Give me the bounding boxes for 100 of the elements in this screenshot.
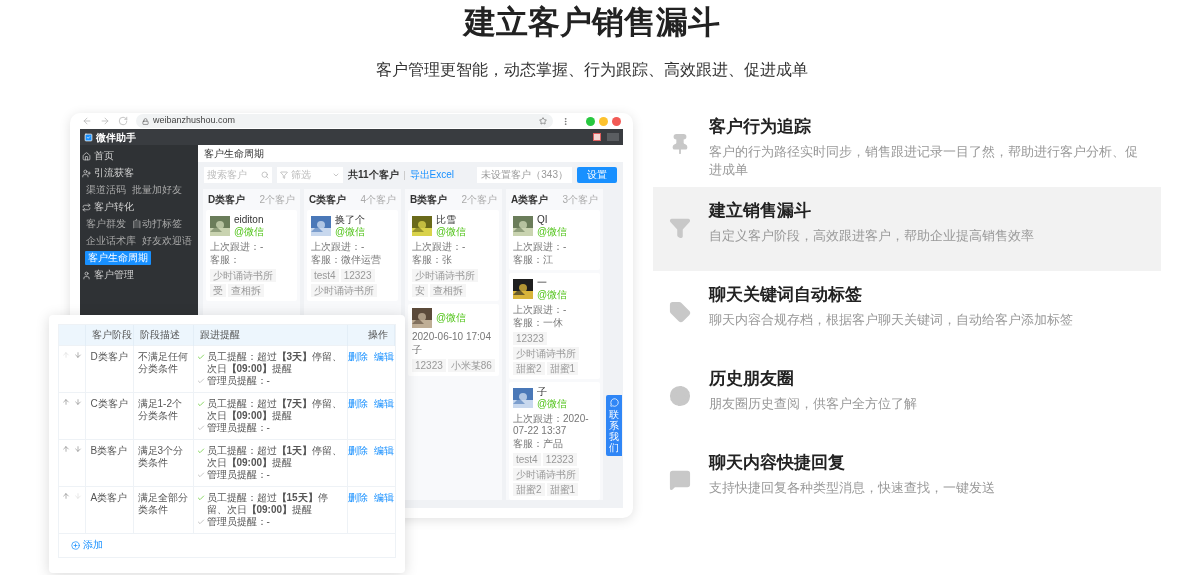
customer-card[interactable]: eiditon @微信 上次跟进：- 客服： 少时诵诗书所 受 查相拆 [206,210,297,301]
last-follow-up: 上次跟进：- [513,241,568,253]
menu-item[interactable]: 自动打标签 [131,217,183,231]
move-up-icon[interactable] [61,397,70,406]
customer-card[interactable]: 比雪 @微信 上次跟进：- 客服：张 少时诵诗书所 安 查相拆 [408,210,499,301]
menu-section[interactable]: 客户管理 [94,269,134,281]
customer-card[interactable]: @微信 2020-06-10 17:04 子 12323 小米某86 [408,304,499,376]
feature-icon [669,301,691,323]
action-link[interactable]: 删除 [348,444,368,457]
customer-name: 比雪 [436,214,457,226]
customer-card[interactable]: QI @微信 上次跟进：- 客服：江 [509,210,600,270]
action-link[interactable]: 编辑 [374,397,394,410]
tag: test4 [513,453,541,466]
tag: 安 [412,284,428,297]
feature-title: 历史朋友圈 [709,368,795,390]
action-link[interactable]: 编辑 [374,444,394,457]
plus-icon [71,540,80,550]
menu-item[interactable]: 客户群发 [85,217,127,231]
column-count: 2个客户 [259,193,295,207]
customer-card[interactable]: 一 @微信 上次跟进：- 客服：一休 12323 少时诵诗书所 甜蜜2 甜蜜1 [509,273,600,379]
customer-card[interactable]: 换了个 @微信 上次跟进：- 客服：微伴运营 test4 12323 少时诵诗书所 [307,210,398,301]
customer-name: 子 [537,386,548,398]
column-header: 客户阶段 [85,325,133,345]
kebab-menu-icon[interactable] [561,116,570,126]
column-header: 操作 [347,325,395,345]
column-title: A类客户 [511,193,549,207]
agent-label: 客服：一休 [513,317,564,329]
forward-icon[interactable] [100,116,110,126]
channel-label: @微信 [234,226,265,238]
move-down-icon[interactable] [73,350,82,359]
action-link[interactable]: 删除 [348,397,368,410]
page-title: 客户生命周期 [204,147,264,161]
tag: 甜蜜2 [513,483,545,496]
stage-description: 满足3个分类条件 [133,439,193,486]
user-avatar[interactable] [593,133,601,141]
move-up-icon[interactable] [61,444,70,453]
tag: 少时诵诗书所 [412,269,478,282]
column-header: 跟进提醒 [193,325,347,345]
customer-name: eiditon [234,214,265,226]
last-follow-up: 上次跟进：- [210,241,265,253]
menu-item[interactable]: 渠道活码 [85,183,127,197]
logo-icon [84,132,93,142]
tag: 12323 [412,359,446,372]
menu-section[interactable]: 客户转化 [94,201,134,213]
action-link[interactable]: 删除 [348,350,368,363]
move-up-icon[interactable] [61,491,70,500]
feature-title: 聊天关键词自动标签 [709,284,863,306]
stage-name: B类客户 [85,439,133,486]
customer-card[interactable]: 子 @微信 上次跟进：2020-07-22 13:37 客服：产品 test4 12323 少时诵诗书所 甜蜜2 甜蜜1 [509,382,600,500]
page-subtitle: 客户管理更智能，动态掌握、行为跟踪、高效跟进、促进成单 [375,60,808,80]
customer-name: QI [537,214,549,226]
stage-description: 不满足任何分类条件 [133,345,193,392]
move-down-icon[interactable] [73,444,82,453]
feature-title: 客户行为追踪 [709,116,812,138]
agent-label: 客服：微伴运营 [311,254,382,266]
reload-icon[interactable] [118,116,128,126]
move-down-icon[interactable] [73,397,82,406]
employee-reminder: 员工提醒：超过【15天】停留、次日【09:00】提醒 [206,491,329,516]
tag: 查相拆 [228,284,264,297]
menu-section[interactable]: 引流获客 [94,167,134,179]
add-button[interactable]: 添加 [71,539,103,551]
search-icon [261,171,269,179]
user-menu[interactable] [607,133,619,141]
feature-title: 聊天内容快捷回复 [709,452,846,474]
export-link[interactable]: 导出Excel [409,169,455,181]
admin-reminder: 管理员提醒：- [206,468,270,481]
channel-label: @微信 [436,226,467,238]
settings-button[interactable]: 设置 [577,167,617,183]
action-link[interactable]: 编辑 [374,350,394,363]
feature-description: 聊天内容合规存档，根据客户聊天关键词，自动给客户添加标签 [709,311,1073,329]
customer-name: 一 [537,277,548,289]
column-header: 阶段描述 [133,325,193,345]
menu-item[interactable]: 客户生命周期 [85,251,151,265]
address-bar[interactable]: weibanzhushou.com [136,114,553,128]
menu-icon [82,151,91,161]
star-icon[interactable] [539,117,547,125]
feature-icon [669,217,691,239]
menu-item[interactable]: 好友欢迎语 [141,234,193,248]
stage-name: C类客户 [85,392,133,439]
feature-item[interactable]: 建立销售漏斗 自定义客户阶段，高效跟进客户，帮助企业提高销售效率 [653,187,1161,271]
action-link[interactable]: 删除 [348,491,368,504]
last-follow-up: 上次跟进：- [412,241,467,253]
contact-us-button[interactable]: 联系我们 [606,395,622,456]
menu-section[interactable]: 首页 [94,150,114,162]
admin-reminder: 管理员提醒：- [206,374,270,387]
channel-label: @微信 [537,398,568,410]
back-icon[interactable] [82,116,92,126]
tag: 少时诵诗书所 [311,284,377,297]
menu-item[interactable]: 企业话术库 [85,234,137,248]
last-follow-up: 上次跟进：- [311,241,366,253]
feature-description: 支持快捷回复各种类型消息，快速查找，一键发送 [709,479,995,497]
action-link[interactable]: 编辑 [374,491,394,504]
unassigned-field[interactable]: 未设置客户（343） [477,167,572,183]
employee-reminder: 员工提醒：超过【3天】停留、次日【09:00】提醒 [206,350,344,375]
menu-item[interactable]: 批量加好友 [131,183,183,197]
channel-label: @微信 [335,226,366,238]
column-count: 2个客户 [461,193,497,207]
column-title: C类客户 [309,193,347,207]
feature-icon [669,385,691,407]
feature-icon [669,469,691,491]
